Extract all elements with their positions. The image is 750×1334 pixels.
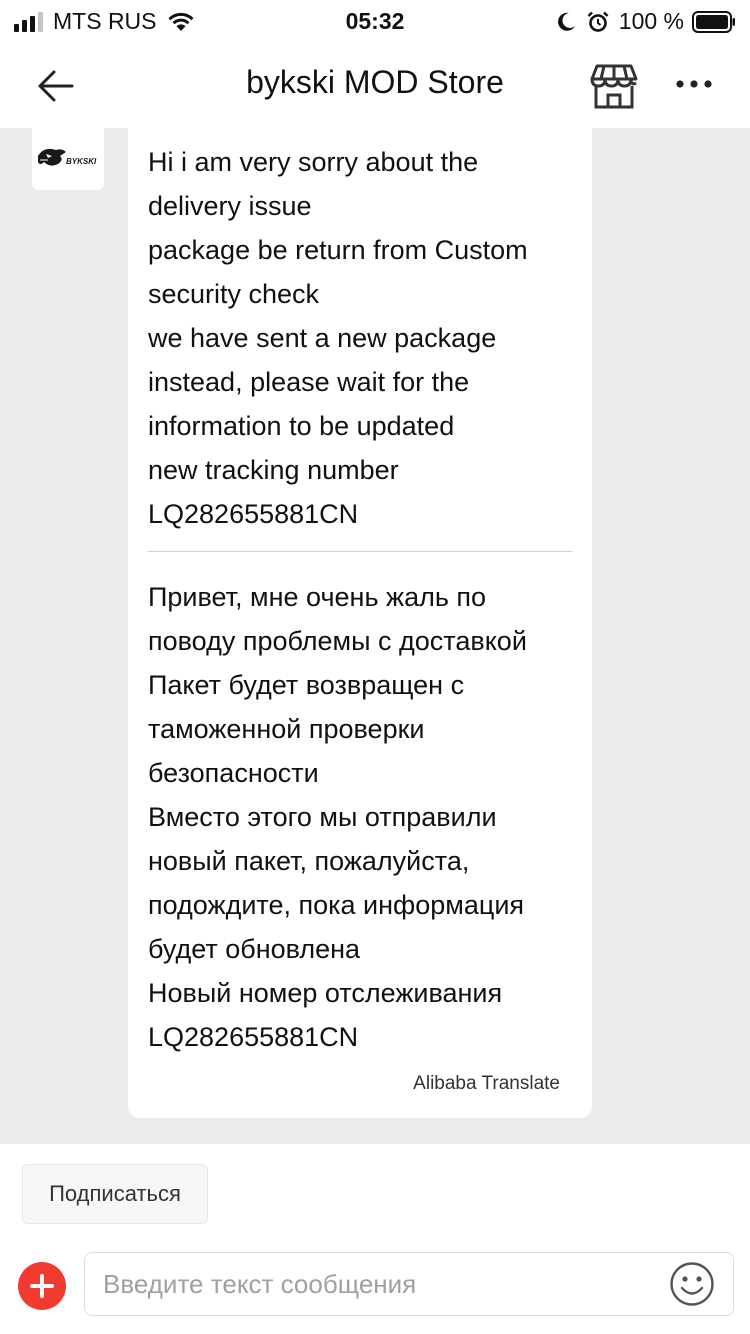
moon-icon xyxy=(557,12,575,31)
tracking-number: LQ282655881CN xyxy=(148,1022,359,1052)
add-icon[interactable] xyxy=(18,1262,66,1310)
composer-area: Подписаться xyxy=(0,1144,750,1334)
svg-text:BYKSKI: BYKSKI xyxy=(66,157,97,166)
message-bubble[interactable]: Hi i am very sorry about the delivery is… xyxy=(128,128,592,1118)
store-icon[interactable] xyxy=(590,62,638,110)
message-line: Вместо этого мы отправили xyxy=(148,802,497,832)
subscribe-button[interactable]: Подписаться xyxy=(22,1164,208,1224)
message-line: Hi i am very sorry about the xyxy=(148,147,479,177)
message-line: new tracking number xyxy=(148,455,399,485)
avatar[interactable]: BYKSKI xyxy=(32,128,104,190)
translation-divider xyxy=(148,551,572,552)
message-line: поводу проблемы с доставкой xyxy=(148,626,527,656)
battery-percentage: 100 % xyxy=(618,8,684,34)
message-line: security check xyxy=(148,279,320,309)
tracking-number: LQ282655881CN xyxy=(148,499,359,529)
chat-area[interactable]: BYKSKI Hi i am very sorry about the deli… xyxy=(0,128,750,1144)
message-line: information to be updated xyxy=(148,411,455,441)
translate-credit: Alibaba Translate xyxy=(413,1073,560,1094)
message-input[interactable] xyxy=(103,1261,663,1307)
status-right: 100 % xyxy=(555,8,736,35)
alarm-icon xyxy=(587,11,609,32)
message-line: delivery issue xyxy=(148,191,312,221)
battery-icon xyxy=(692,10,735,33)
status-bar: MTS RUS 05:32 100 % xyxy=(0,0,750,42)
message-original: Hi i am very sorry about the delivery is… xyxy=(148,140,572,536)
message-line: Пакет будет возвращен с xyxy=(148,670,465,700)
message-line: подождите, пока информация xyxy=(148,890,525,920)
bykski-logo: BYKSKI xyxy=(38,148,97,166)
message-line: instead, please wait for the xyxy=(148,367,470,397)
more-icon[interactable] xyxy=(674,74,714,94)
message-line: безопасности xyxy=(148,758,319,788)
message-line: package be return from Custom xyxy=(148,235,528,265)
message-line: новый пакет, пожалуйста, xyxy=(148,846,470,876)
message-line: Привет, мне очень жаль по xyxy=(148,582,487,612)
message-translated: Привет, мне очень жаль по поводу проблем… xyxy=(148,575,572,1059)
message-line: будет обновлена xyxy=(148,934,361,964)
message-line: we have sent a new package xyxy=(148,323,497,353)
message-line: таможенной проверки xyxy=(148,714,425,744)
message-input-container[interactable] xyxy=(84,1252,734,1316)
nav-bar: bykski MOD Store xyxy=(0,42,750,128)
emoji-icon[interactable] xyxy=(669,1261,715,1307)
message-line: Новый номер отслеживания xyxy=(148,978,503,1008)
